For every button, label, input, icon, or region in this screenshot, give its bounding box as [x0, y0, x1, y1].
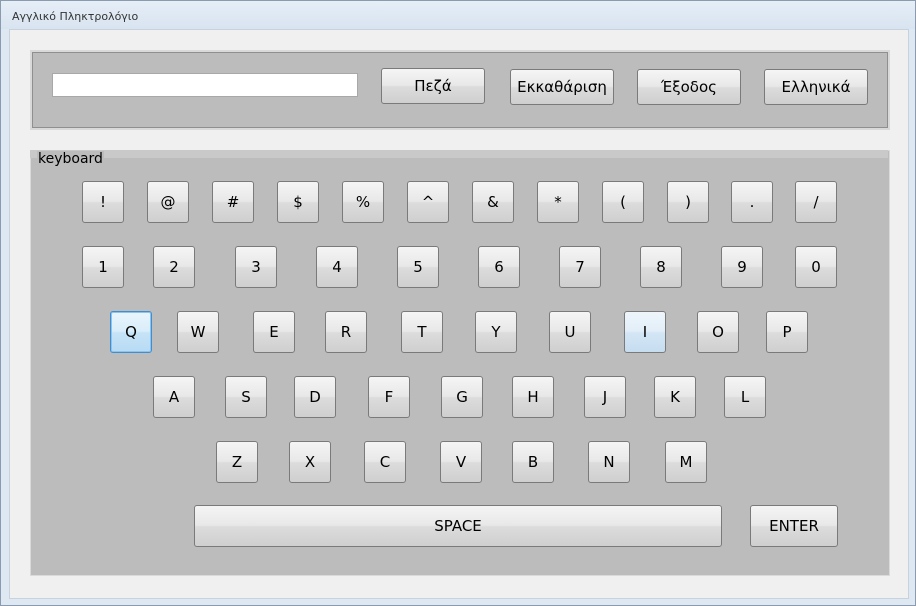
key-row1-5[interactable]: ^	[407, 181, 449, 223]
top-panel: Πεζά Εκκαθάριση Έξοδος Ελληνικά	[30, 50, 890, 130]
key-row1-4[interactable]: %	[342, 181, 384, 223]
key-row1-10[interactable]: .	[731, 181, 773, 223]
key-row1-6[interactable]: &	[472, 181, 514, 223]
keyboard-legend: keyboard	[37, 151, 104, 167]
keyboard-groupbox-header	[30, 150, 888, 158]
key-row3-3[interactable]: R	[325, 311, 367, 353]
key-row4-3[interactable]: F	[368, 376, 410, 418]
key-row4-1[interactable]: S	[225, 376, 267, 418]
key-row2-4[interactable]: 5	[397, 246, 439, 288]
key-row2-6[interactable]: 7	[559, 246, 601, 288]
app-window: Αγγλικό Πληκτρολόγιο Πεζά Εκκαθάριση Έξο…	[0, 0, 916, 606]
key-row2-8[interactable]: 9	[721, 246, 763, 288]
key-row2-2[interactable]: 3	[235, 246, 277, 288]
key-row5-4[interactable]: B	[512, 441, 554, 483]
key-row1-2[interactable]: #	[212, 181, 254, 223]
key-row1-3[interactable]: $	[277, 181, 319, 223]
key-row4-4[interactable]: G	[441, 376, 483, 418]
key-row5-0[interactable]: Z	[216, 441, 258, 483]
key-row1-8[interactable]: (	[602, 181, 644, 223]
key-row2-0[interactable]: 1	[82, 246, 124, 288]
key-row4-5[interactable]: H	[512, 376, 554, 418]
key-row2-9[interactable]: 0	[795, 246, 837, 288]
enter-key[interactable]: ENTER	[750, 505, 838, 547]
key-row4-8[interactable]: L	[724, 376, 766, 418]
key-row1-1[interactable]: @	[147, 181, 189, 223]
key-row4-6[interactable]: J	[584, 376, 626, 418]
key-row3-1[interactable]: W	[177, 311, 219, 353]
key-row3-9[interactable]: P	[766, 311, 808, 353]
key-row5-6[interactable]: M	[665, 441, 707, 483]
key-row4-0[interactable]: A	[153, 376, 195, 418]
key-row5-3[interactable]: V	[440, 441, 482, 483]
key-row1-9[interactable]: )	[667, 181, 709, 223]
key-row3-2[interactable]: E	[253, 311, 295, 353]
window-title: Αγγλικό Πληκτρολόγιο	[12, 10, 139, 23]
exit-button[interactable]: Έξοδος	[637, 69, 741, 105]
key-row4-2[interactable]: D	[294, 376, 336, 418]
key-row3-4[interactable]: T	[401, 311, 443, 353]
lowercase-button[interactable]: Πεζά	[381, 68, 485, 104]
client-area: Πεζά Εκκαθάριση Έξοδος Ελληνικά keyboard…	[9, 29, 909, 599]
key-row5-5[interactable]: N	[588, 441, 630, 483]
key-row2-3[interactable]: 4	[316, 246, 358, 288]
key-row5-1[interactable]: X	[289, 441, 331, 483]
key-row4-7[interactable]: K	[654, 376, 696, 418]
key-row1-7[interactable]: *	[537, 181, 579, 223]
key-row3-7[interactable]: I	[624, 311, 666, 353]
greek-button[interactable]: Ελληνικά	[764, 69, 868, 105]
clear-button[interactable]: Εκκαθάριση	[510, 69, 614, 105]
key-row2-5[interactable]: 6	[478, 246, 520, 288]
key-row2-1[interactable]: 2	[153, 246, 195, 288]
key-row1-0[interactable]: !	[82, 181, 124, 223]
key-row3-8[interactable]: O	[697, 311, 739, 353]
key-row3-6[interactable]: U	[549, 311, 591, 353]
key-row5-2[interactable]: C	[364, 441, 406, 483]
key-row3-0[interactable]: Q	[110, 311, 152, 353]
space-key[interactable]: SPACE	[194, 505, 722, 547]
title-bar[interactable]: Αγγλικό Πληκτρολόγιο	[1, 1, 915, 29]
key-row2-7[interactable]: 8	[640, 246, 682, 288]
text-input[interactable]	[52, 73, 358, 97]
key-row1-11[interactable]: /	[795, 181, 837, 223]
key-row3-5[interactable]: Y	[475, 311, 517, 353]
